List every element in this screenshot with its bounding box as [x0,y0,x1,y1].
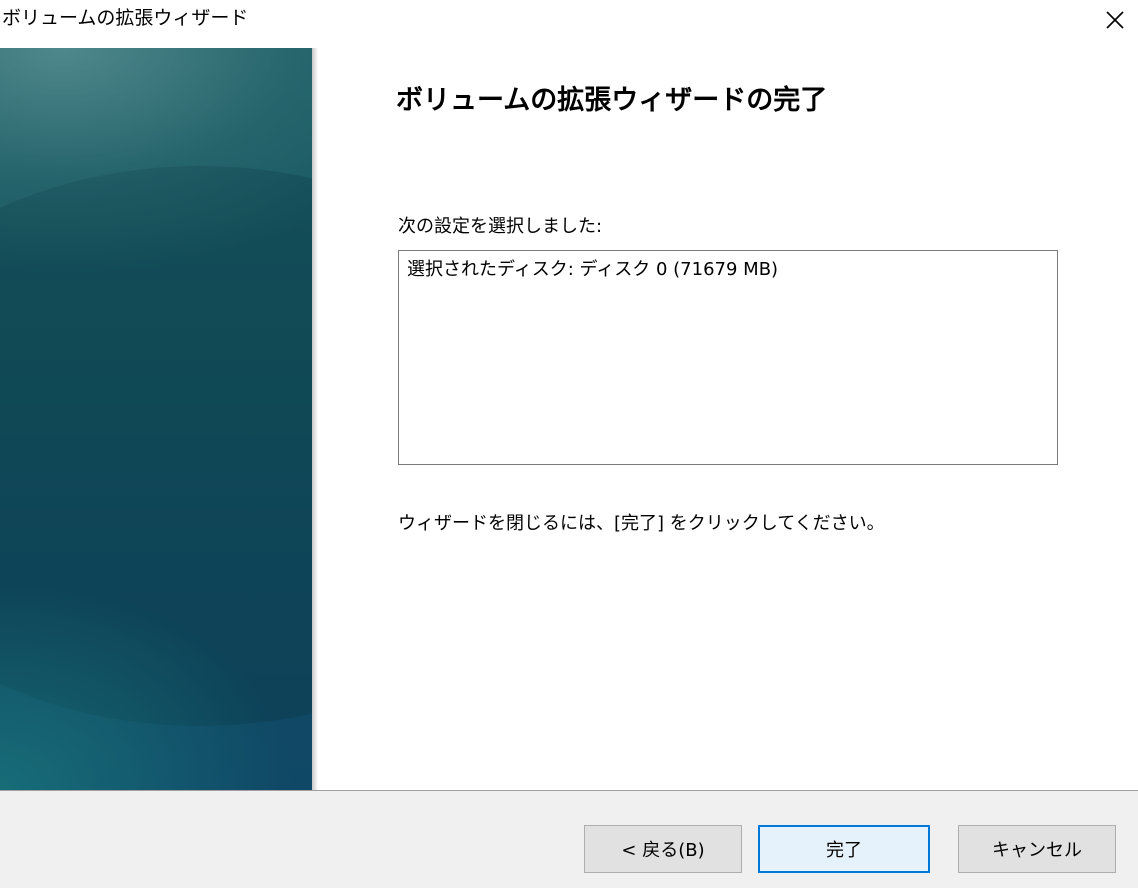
finish-button[interactable]: 完了 [758,825,930,873]
close-button[interactable] [1092,0,1138,40]
back-button[interactable]: < 戻る(B) [584,825,742,873]
banner-glow-decoration [0,48,312,790]
selected-disk-line: 選択されたディスク: ディスク 0 (71679 MB) [407,259,779,280]
button-bar: < 戻る(B) 完了 キャンセル [0,790,1138,888]
wizard-content: ボリュームの拡張ウィザードの完了 次の設定を選択しました: 選択されたディスク:… [318,48,1138,790]
wizard-side-banner [0,48,312,790]
settings-label: 次の設定を選択しました: [398,216,603,237]
selected-settings-box[interactable]: 選択されたディスク: ディスク 0 (71679 MB) [398,250,1058,465]
cancel-button[interactable]: キャンセル [958,825,1116,873]
title-bar: ボリュームの拡張ウィザード [0,0,1138,48]
window-title: ボリュームの拡張ウィザード [2,7,249,29]
page-title: ボリュームの拡張ウィザードの完了 [396,85,828,116]
finish-instruction: ウィザードを閉じるには、[完了] をクリックしてください。 [398,513,885,534]
wizard-window: ボリュームの拡張ウィザード ボリュームの拡張ウィザードの完了 次の設定を選択しま… [0,0,1138,888]
close-icon [1106,11,1124,29]
